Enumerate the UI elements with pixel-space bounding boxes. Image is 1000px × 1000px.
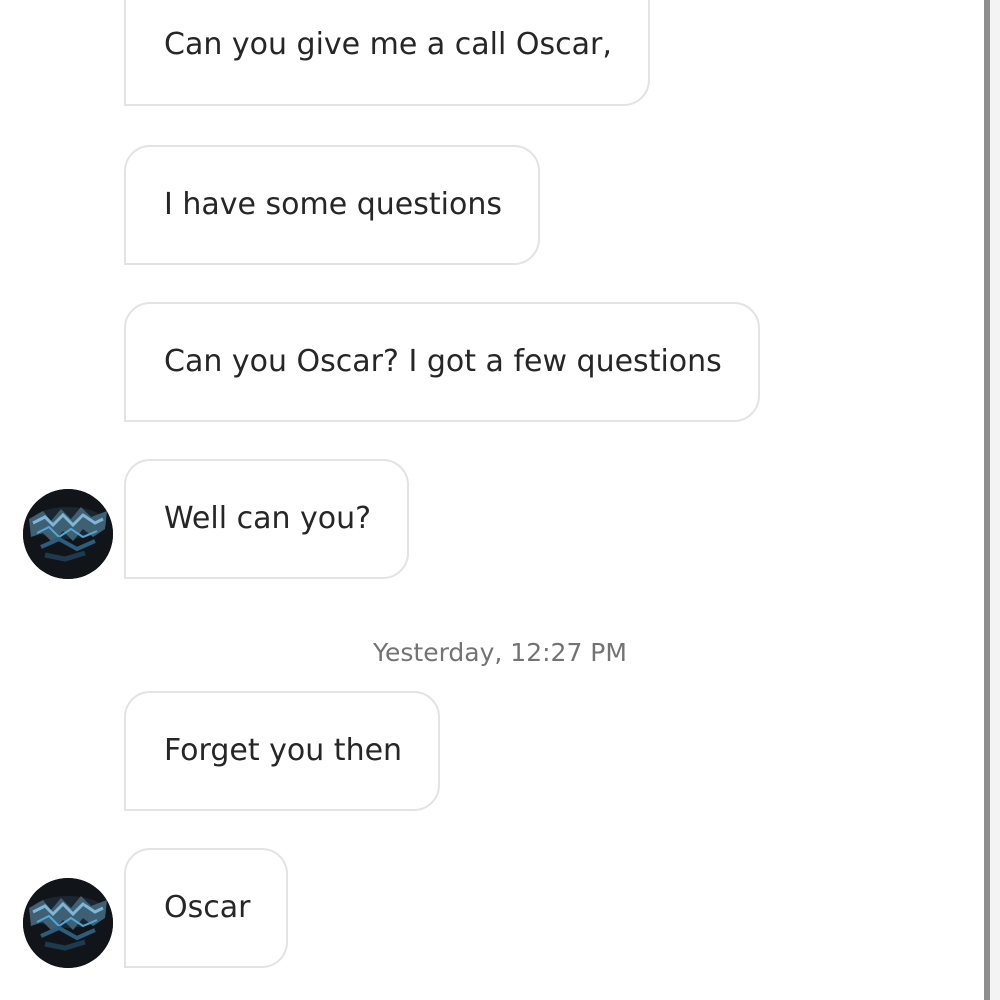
message-bubble[interactable]: Well can you? (124, 459, 410, 579)
profile-picture-icon (23, 878, 113, 968)
message-bubble[interactable]: Can you give me a call Oscar, (124, 0, 650, 106)
message-text: Forget you then (164, 733, 403, 768)
chat-thread: Can you give me a call Oscar, I have som… (0, 0, 1000, 1000)
timestamp-divider: Yesterday, 12:27 PM (373, 638, 627, 667)
message-bubble[interactable]: Oscar (124, 848, 289, 968)
message-text: Well can you? (164, 501, 372, 536)
message-text: Can you give me a call Oscar, (164, 27, 612, 62)
sender-avatar[interactable] (23, 489, 113, 579)
message-text: Oscar (164, 890, 251, 925)
message-text: I have some questions (164, 187, 502, 222)
message-bubble[interactable]: Forget you then (124, 691, 441, 811)
profile-picture-icon (23, 489, 113, 579)
message-bubble[interactable]: Can you Oscar? I got a few questions (124, 302, 760, 422)
message-text: Can you Oscar? I got a few questions (164, 344, 722, 379)
message-bubble[interactable]: I have some questions (124, 145, 540, 265)
scrollbar-track (990, 0, 1000, 1000)
sender-avatar[interactable] (23, 878, 113, 968)
